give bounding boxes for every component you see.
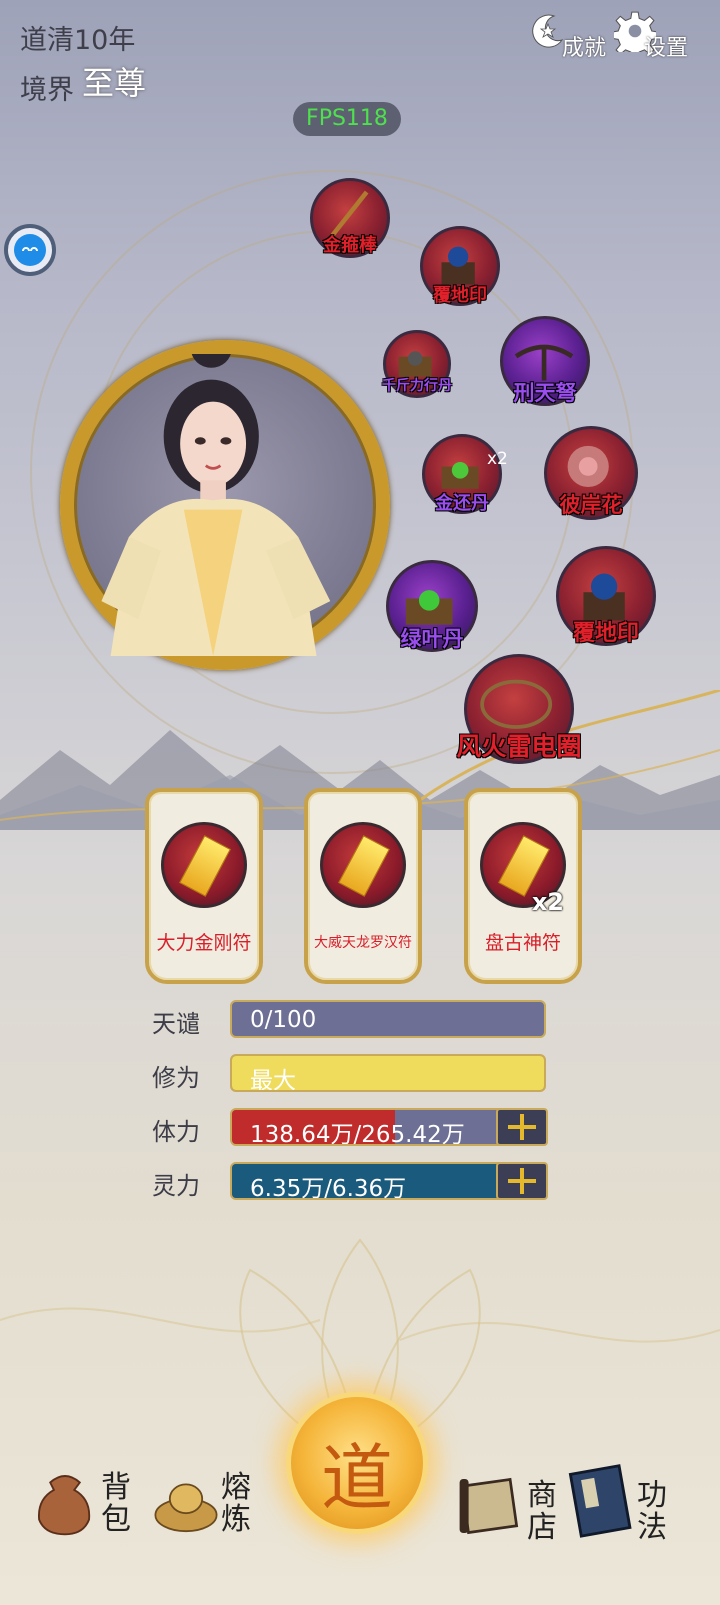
item-label: 风火雷电圈 bbox=[456, 732, 582, 761]
xiuwei-bar: 最大 bbox=[230, 1054, 546, 1092]
nav-bag-button[interactable]: 背包 bbox=[28, 1458, 140, 1544]
item-quantity: x2 bbox=[487, 449, 508, 469]
item-label: 刑天弩 bbox=[513, 381, 577, 405]
xiuwei-value: 最大 bbox=[250, 1068, 296, 1092]
talisman-name: 大力金刚符 bbox=[156, 932, 252, 954]
scroll-map-icon bbox=[459, 1477, 519, 1535]
item-bianhua[interactable]: 彼岸花 bbox=[544, 426, 638, 520]
talisman-card-daweitianlong[interactable]: 大威天龙罗汉符 bbox=[304, 788, 422, 984]
achievements-button[interactable]: 成就 bbox=[528, 10, 606, 66]
lingli-add-button[interactable] bbox=[496, 1162, 548, 1200]
item-fudiyin-1[interactable]: 覆地印 bbox=[420, 226, 500, 306]
stat-label-tianqian: 天谴 bbox=[152, 1010, 200, 1038]
stat-label-lingli: 灵力 bbox=[152, 1172, 200, 1200]
item-label: 覆地印 bbox=[572, 621, 640, 646]
realm-value: 至尊 bbox=[82, 64, 147, 102]
item-fenghuo-leidian-ring[interactable]: 风火雷电圈 bbox=[456, 654, 582, 764]
item-jinhuan-pill[interactable]: x2 金还丹 bbox=[422, 434, 508, 514]
item-fudiyin-2[interactable]: 覆地印 bbox=[556, 546, 656, 646]
talisman-quantity: x2 bbox=[531, 888, 564, 916]
talisman-icon bbox=[161, 822, 247, 908]
realm-label: 境界 bbox=[20, 75, 74, 106]
era-year: 道清10年 bbox=[20, 25, 136, 56]
talisman-name: 大威天龙罗汉符 bbox=[314, 935, 412, 951]
talisman-name: 盘古神符 bbox=[484, 932, 561, 954]
talisman-card-pangu[interactable]: x2 盘古神符 bbox=[464, 788, 582, 984]
book-icon bbox=[568, 1464, 632, 1538]
item-label: 彼岸花 bbox=[559, 493, 623, 517]
item-lvye-pill[interactable]: 绿叶丹 bbox=[386, 560, 478, 652]
nav-shop-label: 商店 bbox=[527, 1478, 557, 1545]
tili-add-button[interactable] bbox=[496, 1108, 548, 1146]
item-label: 金还丹 bbox=[435, 493, 489, 514]
talisman-icon bbox=[320, 822, 406, 908]
nav-shop-button[interactable]: 商店 bbox=[456, 1466, 566, 1546]
item-qianjinli-pill[interactable]: 千斤力行丹 bbox=[382, 330, 452, 398]
nav-skills-label: 功法 bbox=[637, 1478, 667, 1545]
floating-assistant-button[interactable] bbox=[4, 224, 56, 276]
dao-label: 道 bbox=[320, 1436, 393, 1520]
assistant-face-icon bbox=[14, 234, 46, 266]
nav-bag-label: 背包 bbox=[101, 1470, 131, 1537]
item-xingtiannu[interactable]: 刑天弩 bbox=[500, 316, 590, 406]
item-label: 绿叶丹 bbox=[400, 627, 464, 651]
item-label: 覆地印 bbox=[433, 285, 487, 306]
item-jingubang[interactable]: 金箍棒 bbox=[310, 178, 390, 258]
talisman-card-dali[interactable]: 大力金刚符 bbox=[145, 788, 263, 984]
item-label: 金箍棒 bbox=[323, 235, 377, 256]
nav-skills-button[interactable]: 功法 bbox=[562, 1458, 674, 1544]
fps-counter: FPS118 bbox=[293, 102, 401, 136]
settings-label: 设置 bbox=[643, 36, 688, 61]
nav-smelt-label: 熔炼 bbox=[221, 1470, 251, 1537]
dao-main-button[interactable]: 道 bbox=[286, 1392, 428, 1534]
stat-label-tili: 体力 bbox=[152, 1118, 200, 1146]
tianqian-value: 0/100 bbox=[250, 1007, 317, 1033]
ingot-icon bbox=[154, 1483, 218, 1533]
character-portrait[interactable] bbox=[60, 340, 390, 670]
item-label: 千斤力行丹 bbox=[382, 378, 452, 394]
tili-value: 138.64万/265.42万 bbox=[250, 1122, 465, 1146]
stat-label-xiuwei: 修为 bbox=[152, 1064, 200, 1092]
achievements-label: 成就 bbox=[561, 36, 606, 61]
nav-smelt-button[interactable]: 熔炼 bbox=[150, 1466, 260, 1546]
settings-button[interactable]: 设置 bbox=[610, 10, 688, 66]
tianqian-bar: 0/100 bbox=[230, 1000, 546, 1038]
bag-icon bbox=[38, 1475, 91, 1536]
lingli-value: 6.35万/6.36万 bbox=[250, 1176, 407, 1200]
character-figure bbox=[101, 354, 331, 656]
